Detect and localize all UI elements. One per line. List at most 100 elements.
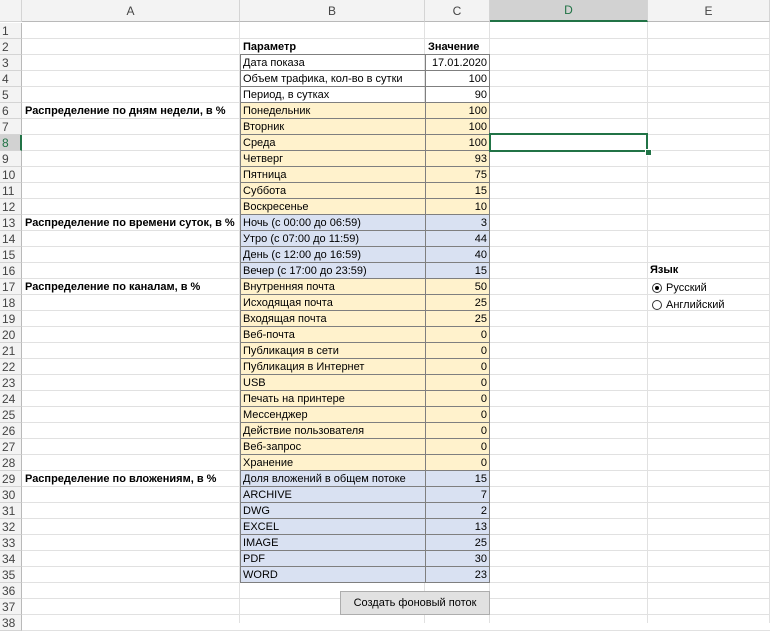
value-cell[interactable]: 50 <box>425 278 490 295</box>
row-header-26[interactable]: 26 <box>0 423 22 439</box>
value-cell[interactable]: 15 <box>425 470 490 487</box>
param-cell[interactable]: IMAGE <box>240 534 426 551</box>
value-cell[interactable]: 100 <box>425 118 490 135</box>
row-header-4[interactable]: 4 <box>0 71 22 87</box>
row-header-22[interactable]: 22 <box>0 359 22 375</box>
row-header-25[interactable]: 25 <box>0 407 22 423</box>
param-cell[interactable]: Утро (с 07:00 до 11:59) <box>240 230 426 247</box>
row-header-33[interactable]: 33 <box>0 535 22 551</box>
column-header-e[interactable]: E <box>648 0 770 22</box>
param-cell[interactable]: Ночь (с 00:00 до 06:59) <box>240 214 426 231</box>
value-cell[interactable]: 44 <box>425 230 490 247</box>
value-cell[interactable]: 13 <box>425 518 490 535</box>
param-cell[interactable]: Воскресенье <box>240 198 426 215</box>
value-cell[interactable]: 15 <box>425 182 490 199</box>
value-cell[interactable]: 10 <box>425 198 490 215</box>
row-header-15[interactable]: 15 <box>0 247 22 263</box>
radio-empty-icon[interactable] <box>652 300 662 310</box>
value-cell[interactable]: 0 <box>425 358 490 375</box>
select-all-corner[interactable] <box>0 0 22 22</box>
value-cell[interactable]: 25 <box>425 534 490 551</box>
row-header-19[interactable]: 19 <box>0 311 22 327</box>
value-cell[interactable]: 17.01.2020 <box>425 54 490 71</box>
row-header-3[interactable]: 3 <box>0 55 22 71</box>
param-cell[interactable]: Пятница <box>240 166 426 183</box>
row-header-18[interactable]: 18 <box>0 295 22 311</box>
row-header-1[interactable]: 1 <box>0 23 22 39</box>
param-cell[interactable]: USB <box>240 374 426 391</box>
section-label[interactable]: Распределение по вложениям, в % <box>23 471 218 487</box>
row-header-2[interactable]: 2 <box>0 39 22 55</box>
row-header-14[interactable]: 14 <box>0 231 22 247</box>
param-cell[interactable]: День (с 12:00 до 16:59) <box>240 246 426 263</box>
value-cell[interactable]: 15 <box>425 262 490 279</box>
value-cell[interactable]: 0 <box>425 454 490 471</box>
param-cell[interactable]: WORD <box>240 566 426 583</box>
row-header-20[interactable]: 20 <box>0 327 22 343</box>
row-header-17[interactable]: 17 <box>0 279 22 295</box>
row-header-12[interactable]: 12 <box>0 199 22 215</box>
row-header-6[interactable]: 6 <box>0 103 22 119</box>
row-header-29[interactable]: 29 <box>0 471 22 487</box>
param-cell[interactable]: Период, в сутках <box>240 86 426 103</box>
value-cell[interactable]: 40 <box>425 246 490 263</box>
param-cell[interactable]: ARCHIVE <box>240 486 426 503</box>
value-cell[interactable]: 100 <box>425 102 490 119</box>
param-cell[interactable]: Вечер (с 17:00 до 23:59) <box>240 262 426 279</box>
column-header-a[interactable]: A <box>22 0 240 22</box>
param-cell[interactable]: Печать на принтере <box>240 390 426 407</box>
param-cell[interactable]: Среда <box>240 134 426 151</box>
row-header-36[interactable]: 36 <box>0 583 22 599</box>
column-header-d[interactable]: D <box>490 0 648 22</box>
param-cell[interactable]: Понедельник <box>240 102 426 119</box>
param-cell[interactable]: Четверг <box>240 150 426 167</box>
row-header-32[interactable]: 32 <box>0 519 22 535</box>
param-cell[interactable]: Внутренняя почта <box>240 278 426 295</box>
value-cell[interactable]: 100 <box>425 134 490 151</box>
row-header-34[interactable]: 34 <box>0 551 22 567</box>
value-cell[interactable]: 30 <box>425 550 490 567</box>
row-header-24[interactable]: 24 <box>0 391 22 407</box>
param-cell[interactable]: Входящая почта <box>240 310 426 327</box>
value-cell[interactable]: 0 <box>425 406 490 423</box>
row-header-35[interactable]: 35 <box>0 567 22 583</box>
value-cell[interactable]: 0 <box>425 342 490 359</box>
row-header-30[interactable]: 30 <box>0 487 22 503</box>
row-header-23[interactable]: 23 <box>0 375 22 391</box>
value-cell[interactable]: 0 <box>425 326 490 343</box>
radio-selected-icon[interactable] <box>652 283 662 293</box>
row-header-10[interactable]: 10 <box>0 167 22 183</box>
param-cell[interactable]: Исходящая почта <box>240 294 426 311</box>
create-background-flow-button[interactable]: Создать фоновый поток <box>340 591 490 615</box>
row-header-9[interactable]: 9 <box>0 151 22 167</box>
row-header-38[interactable]: 38 <box>0 615 22 631</box>
row-header-31[interactable]: 31 <box>0 503 22 519</box>
param-cell[interactable]: DWG <box>240 502 426 519</box>
param-cell[interactable]: Дата показа <box>240 54 426 71</box>
row-header-16[interactable]: 16 <box>0 263 22 279</box>
value-cell[interactable]: 25 <box>425 310 490 327</box>
section-label[interactable]: Распределение по времени суток, в % <box>23 215 237 231</box>
value-cell[interactable]: 23 <box>425 566 490 583</box>
param-cell[interactable]: EXCEL <box>240 518 426 535</box>
param-cell[interactable]: Веб-запрос <box>240 438 426 455</box>
header-param[interactable]: Параметр <box>241 39 426 55</box>
value-cell[interactable]: 25 <box>425 294 490 311</box>
param-cell[interactable]: Публикация в Интернет <box>240 358 426 375</box>
param-cell[interactable]: Действие пользователя <box>240 422 426 439</box>
value-cell[interactable]: 7 <box>425 486 490 503</box>
row-header-37[interactable]: 37 <box>0 599 22 615</box>
row-header-13[interactable]: 13 <box>0 215 22 231</box>
radio-russian[interactable]: Русский <box>652 282 707 294</box>
column-header-b[interactable]: B <box>240 0 425 22</box>
row-header-7[interactable]: 7 <box>0 119 22 135</box>
param-cell[interactable]: Публикация в сети <box>240 342 426 359</box>
value-cell[interactable]: 0 <box>425 374 490 391</box>
value-cell[interactable]: 0 <box>425 390 490 407</box>
row-header-8[interactable]: 8 <box>0 135 22 151</box>
param-cell[interactable]: Доля вложений в общем потоке <box>240 470 426 487</box>
param-cell[interactable]: Объем трафика, кол-во в сутки <box>240 70 426 87</box>
column-header-c[interactable]: C <box>425 0 490 22</box>
param-cell[interactable]: Суббота <box>240 182 426 199</box>
fill-handle[interactable] <box>645 149 652 156</box>
